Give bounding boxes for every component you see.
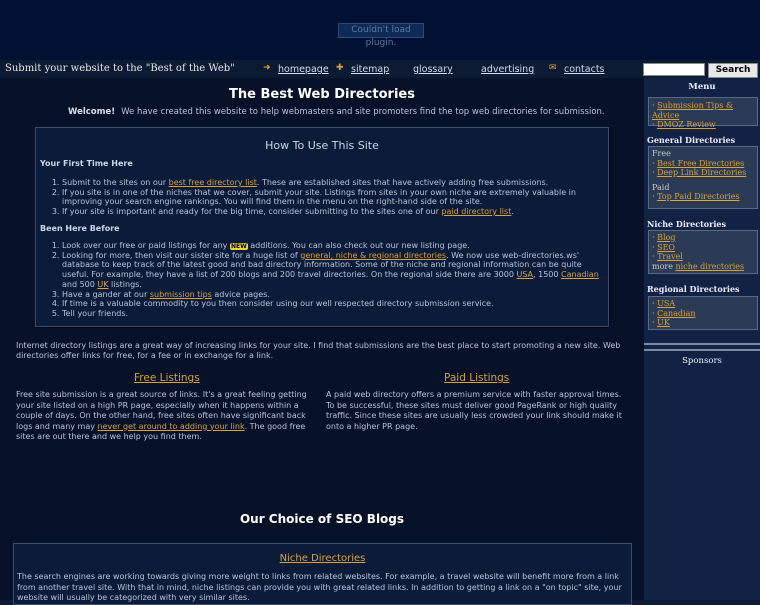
usa-directories-link[interactable]: USA xyxy=(657,299,675,308)
paid-listings-heading[interactable]: Paid Listings xyxy=(444,372,509,384)
dmoz-review-link[interactable]: DMOZ Review xyxy=(657,120,716,129)
how-to-title: How To Use This Site xyxy=(265,139,379,152)
list-item: Submit to the sites on our best free dir… xyxy=(62,178,602,188)
been-here-heading: Been Here Before xyxy=(40,224,120,233)
submission-tips-menu-link[interactable]: Submission Tips & Advice xyxy=(652,101,733,120)
menu-item: · Top Paid Directories xyxy=(652,192,740,201)
seo-directories-link[interactable]: SEO xyxy=(657,243,675,252)
nav-contacts[interactable]: contacts xyxy=(564,64,605,75)
menu-item: · SEO xyxy=(652,242,675,252)
logo-placeholder: Couldn't load plugin. xyxy=(338,23,424,48)
free-listings-heading[interactable]: Free Listings xyxy=(134,372,200,384)
niche-directories-text: The search engines are working towards g… xyxy=(17,572,622,602)
regional-directories-heading: Regional Directories xyxy=(647,284,740,294)
submit-website-text: Submit your website to the "Best of the … xyxy=(5,63,235,74)
sister-site-link[interactable]: general, niche & regional directories xyxy=(300,251,446,260)
more-niche-line: more niche directories xyxy=(652,261,745,271)
menu-item: · Canadian xyxy=(652,308,696,318)
first-time-heading: Your First Time Here xyxy=(40,159,133,168)
sidebar: Menu · Submission Tips & Advice · DMOZ R… xyxy=(644,78,760,600)
deep-link-directories-link[interactable]: Deep Link Directories xyxy=(657,168,746,177)
been-here-list: Look over our free or paid listings for … xyxy=(40,241,602,319)
welcome-text: We have created this website to help web… xyxy=(121,107,605,117)
menu-item: · Blog xyxy=(652,233,676,242)
nav-advertising[interactable]: advertising xyxy=(481,64,534,75)
menu-heading: Menu xyxy=(688,82,716,92)
list-item: Have a gander at our submission tips adv… xyxy=(62,290,602,300)
canadian-directories-link[interactable]: Canadian xyxy=(657,309,695,318)
header-banner: Couldn't load plugin. xyxy=(0,0,760,60)
first-time-list: Submit to the sites on our best free dir… xyxy=(40,178,602,217)
search-button[interactable]: Search Site xyxy=(708,63,758,88)
travel-directories-link[interactable]: Travel xyxy=(657,252,683,261)
paid-directory-link[interactable]: paid directory list xyxy=(441,207,511,216)
general-directories-heading: General Directories xyxy=(647,135,736,145)
nav-glossary[interactable]: glossary xyxy=(413,64,453,75)
page-title: The Best Web Directories xyxy=(229,87,415,102)
sidebar-divider xyxy=(644,349,760,351)
menu-box: · Submission Tips & Advice · DMOZ Review xyxy=(648,97,758,129)
niche-directories-side-heading: Niche Directories xyxy=(647,219,726,229)
list-item: Look over our free or paid listings for … xyxy=(62,241,602,251)
menu-item: · DMOZ Review xyxy=(652,120,716,129)
sitemap-icon: ✚ xyxy=(336,63,344,73)
how-to-use-box: How To Use This Site Your First Time Her… xyxy=(35,127,609,327)
regional-directories-box: · USA · Canadian · UK xyxy=(648,296,758,330)
new-badge-icon: NEW xyxy=(229,243,248,250)
nav-sitemap[interactable]: sitemap xyxy=(351,64,389,75)
general-directories-box: Free · Best Free Directories · Deep Link… xyxy=(648,146,758,209)
seo-blogs-title: Our Choice of SEO Blogs xyxy=(239,512,405,526)
uk-directories-link[interactable]: UK xyxy=(657,318,670,327)
paid-listings-text: A paid web directory offers a premium se… xyxy=(326,390,622,431)
menu-item: · USA xyxy=(652,299,676,308)
niche-directories-box: Niche Directories The search engines are… xyxy=(13,543,632,605)
search-input[interactable] xyxy=(643,63,705,76)
list-item: If your site is important and ready for … xyxy=(62,207,602,217)
uk-link[interactable]: UK xyxy=(97,280,108,289)
sidebar-divider xyxy=(644,343,760,345)
best-free-directories-link[interactable]: Best Free Directories xyxy=(657,159,744,168)
blog-directories-link[interactable]: Blog xyxy=(657,233,675,242)
usa-link[interactable]: USA xyxy=(516,270,533,279)
welcome-line: Welcome! We have created this website to … xyxy=(68,107,605,117)
list-item: Looking for more, then visit our sister … xyxy=(62,251,602,290)
mail-icon: ✉ xyxy=(549,63,557,73)
list-item: Tell your friends. xyxy=(62,309,602,319)
free-listings-text: Free site submission is a great source o… xyxy=(16,390,307,441)
home-icon: ➜ xyxy=(263,63,271,73)
more-niche-directories-link[interactable]: niche directories xyxy=(676,262,745,271)
never-added-link[interactable]: never get around to adding your link xyxy=(98,422,245,431)
intro-paragraph: Internet directory listings are a great … xyxy=(16,341,621,360)
submission-tips-link[interactable]: submission tips xyxy=(150,290,212,299)
niche-directories-heading[interactable]: Niche Directories xyxy=(14,553,631,564)
sponsors-heading: Sponsors xyxy=(682,356,722,366)
menu-item: · Travel xyxy=(652,252,683,261)
best-free-directory-link[interactable]: best free directory list xyxy=(169,178,257,187)
menu-item: · Deep Link Directories xyxy=(652,168,747,177)
free-label: Free xyxy=(652,149,671,158)
paid-label: Paid xyxy=(652,182,670,192)
list-item: If you site is in one of the niches that… xyxy=(62,188,602,207)
menu-item: · Submission Tips & Advice xyxy=(652,101,734,120)
nav-homepage[interactable]: homepage xyxy=(278,64,329,75)
canadian-link[interactable]: Canadian xyxy=(561,270,599,279)
list-item: If time is a valuable commodity to you t… xyxy=(62,299,602,309)
menu-item: · UK xyxy=(652,318,670,327)
welcome-label: Welcome! xyxy=(68,107,116,117)
menu-item: · Best Free Directories xyxy=(652,158,745,168)
top-paid-directories-link[interactable]: Top Paid Directories xyxy=(657,192,739,201)
niche-directories-side-box: · Blog · SEO · Travel more niche directo… xyxy=(648,230,758,274)
